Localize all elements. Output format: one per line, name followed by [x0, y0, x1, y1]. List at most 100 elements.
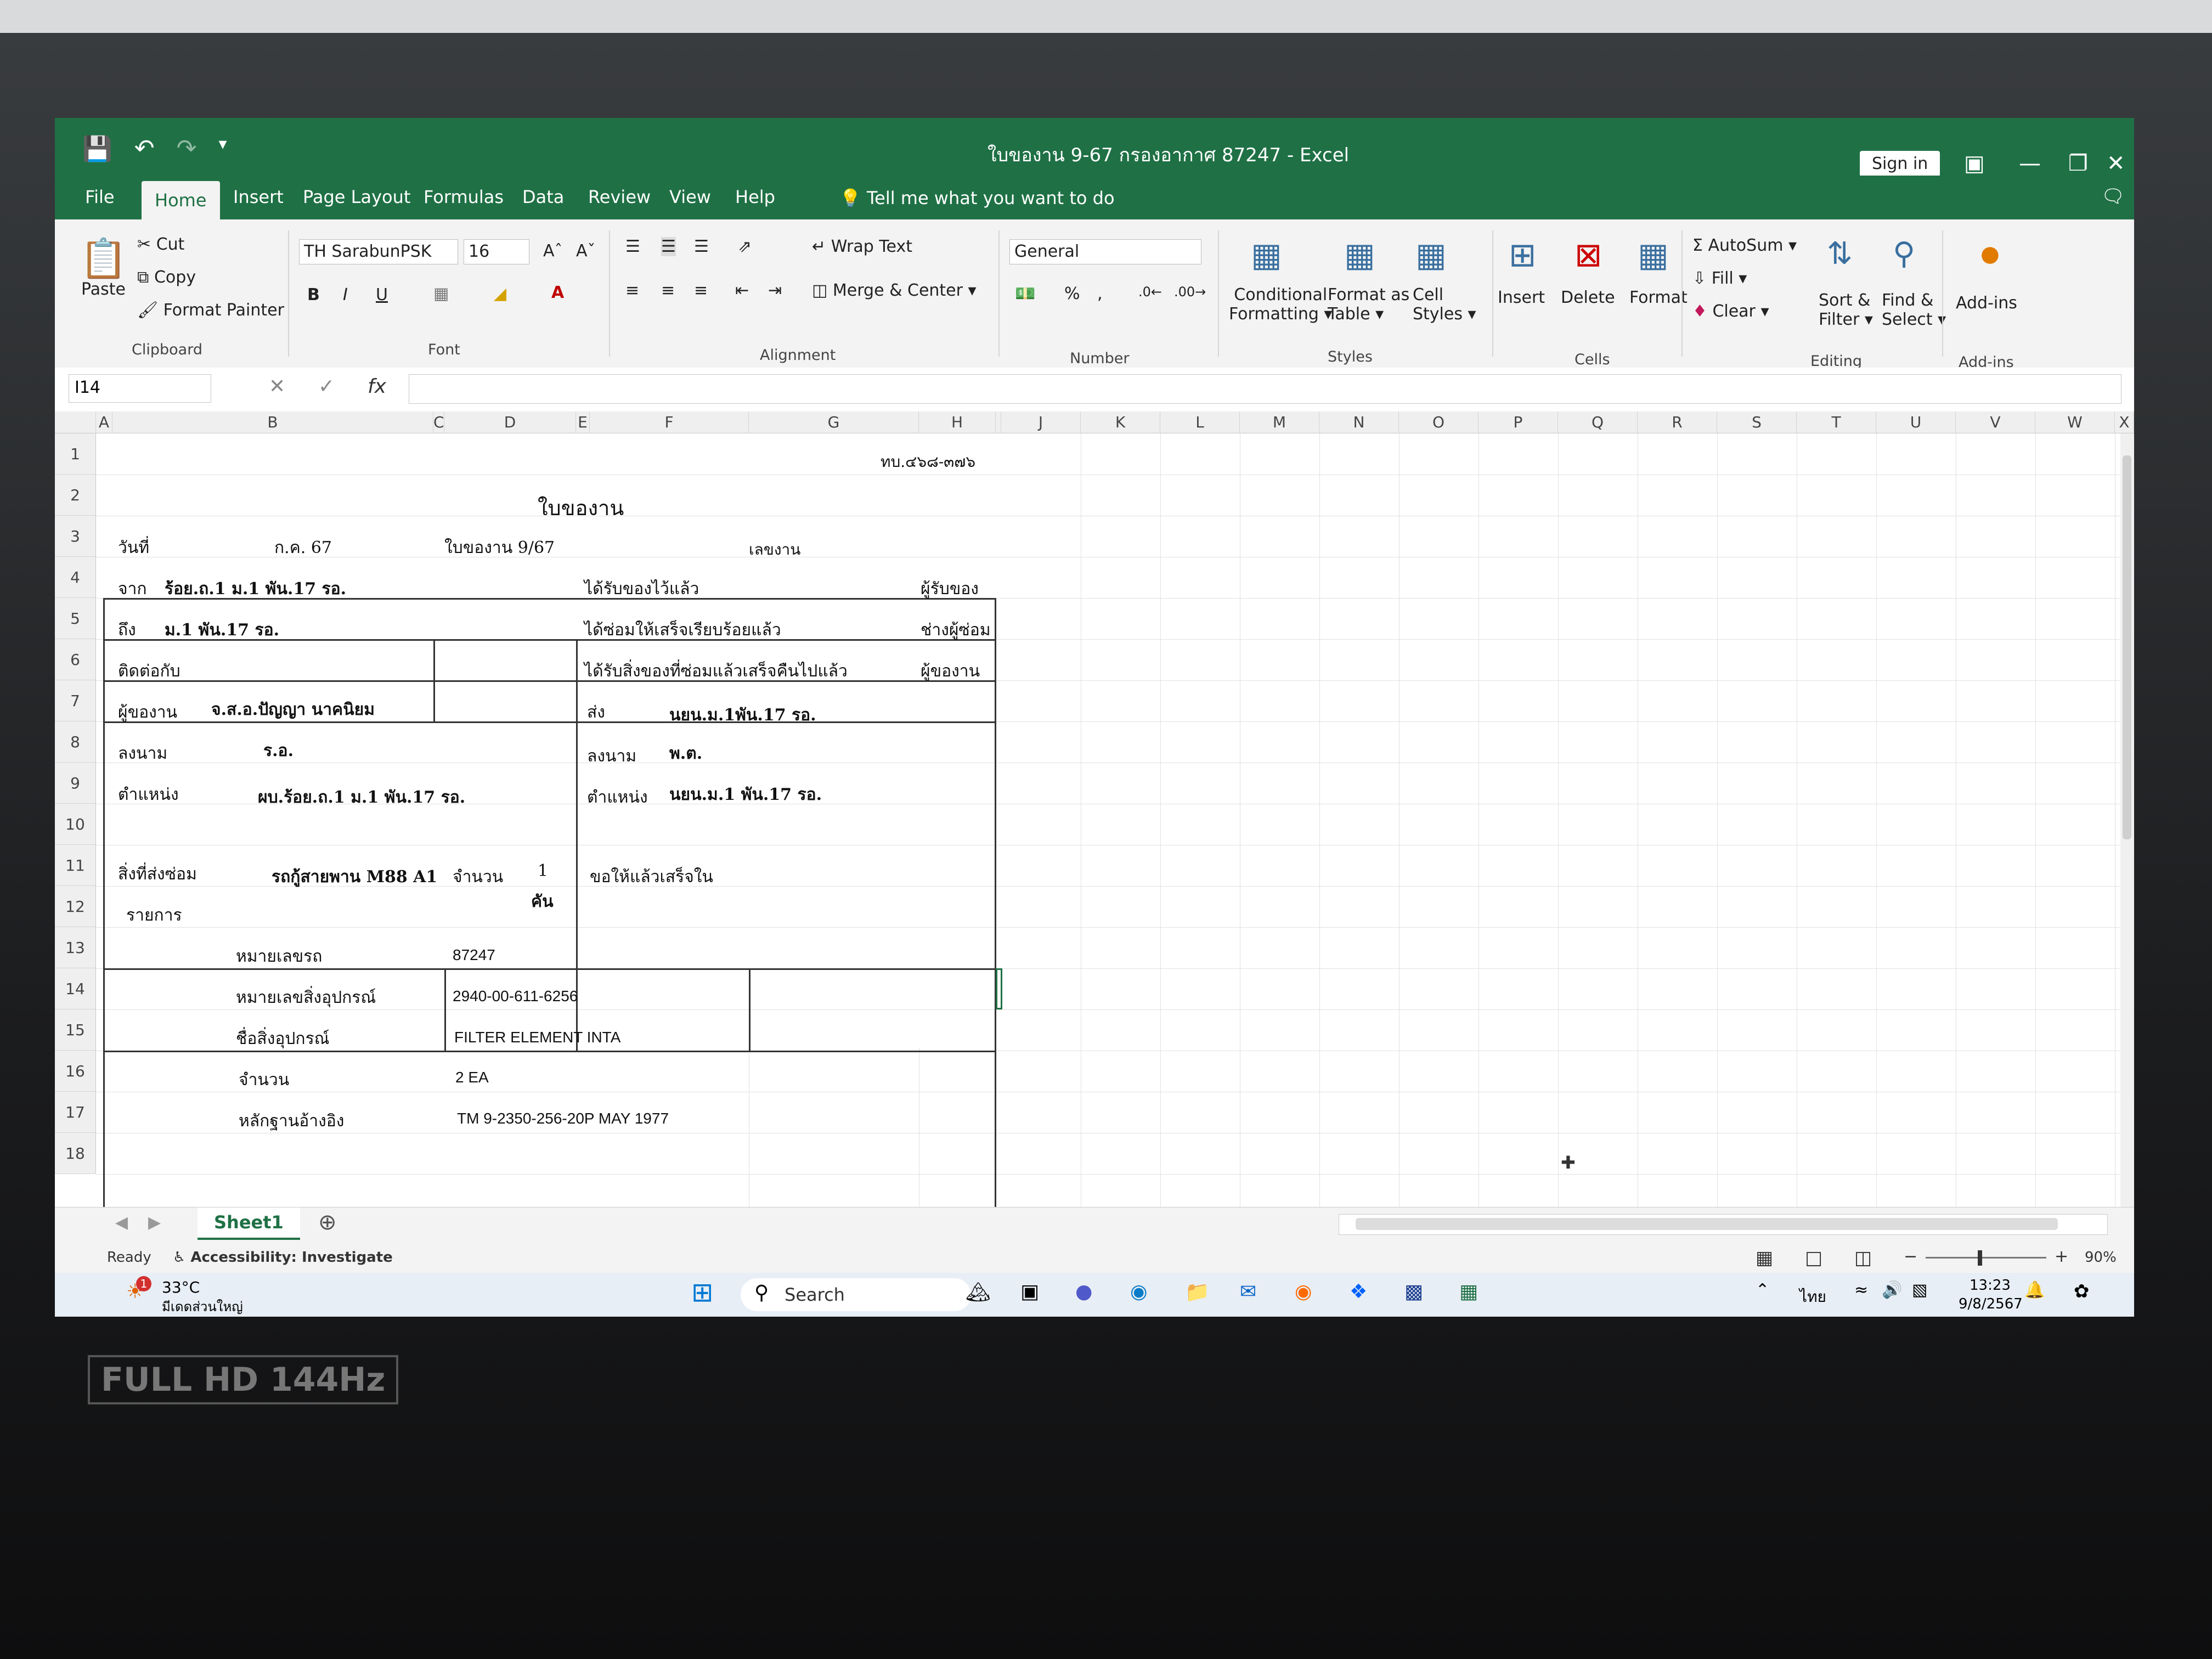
row-header[interactable]: 7 — [55, 680, 96, 721]
row-header[interactable]: 8 — [55, 721, 96, 763]
tell-me-search[interactable]: 💡 Tell me what you want to do — [839, 188, 1115, 208]
insert-function-button[interactable]: fx — [368, 375, 386, 398]
sheet-tab-sheet1[interactable]: Sheet1 — [198, 1207, 300, 1240]
column-header-x[interactable]: X — [2115, 411, 2134, 433]
row-header[interactable]: 1 — [55, 433, 96, 475]
save-icon[interactable]: 💾 — [82, 134, 112, 163]
delete-cells-button[interactable]: Delete — [1561, 288, 1615, 307]
horizontal-scroll-thumb[interactable] — [1356, 1218, 2058, 1230]
app-icon[interactable]: ▩ — [1404, 1280, 1423, 1303]
column-header-m[interactable]: M — [1240, 411, 1319, 433]
autosum-button[interactable]: Σ AutoSum ▾ — [1692, 236, 1797, 255]
comments-icon[interactable]: 🗨 — [2101, 185, 2125, 207]
add-sheet-icon[interactable]: ⊕ — [318, 1210, 337, 1235]
row-header[interactable]: 9 — [55, 763, 96, 804]
cell-amount[interactable]: 2 EA — [455, 1069, 489, 1086]
column-header-d[interactable]: D — [444, 411, 576, 433]
name-box[interactable]: I14 — [69, 374, 211, 403]
font-color-icon[interactable]: A — [551, 283, 564, 302]
find-select-icon[interactable]: ⚲ — [1893, 236, 1915, 272]
close-icon[interactable]: ✕ — [2107, 151, 2125, 176]
cell-part-name[interactable]: FILTER ELEMENT INTA — [454, 1029, 620, 1046]
align-center-icon[interactable]: ≡ — [661, 281, 675, 300]
merge-center-button[interactable]: ◫ Merge & Center ▾ — [812, 281, 977, 300]
underline-button[interactable]: U — [376, 285, 388, 304]
column-header-j[interactable]: J — [1001, 411, 1081, 433]
tab-file[interactable]: File — [85, 187, 115, 207]
horizontal-scrollbar[interactable] — [1339, 1214, 2108, 1235]
cell-vehicle-no[interactable]: 87247 — [453, 946, 495, 964]
row-header[interactable]: 17 — [55, 1092, 96, 1133]
spreadsheet-grid[interactable]: A B C D E F G H J K L M N O P Q R S T U … — [55, 411, 2134, 1207]
cancel-icon[interactable]: ✕ — [269, 375, 285, 398]
tab-home[interactable]: Home — [142, 181, 220, 219]
mail-icon[interactable]: ✉ — [1240, 1280, 1256, 1303]
delete-cells-icon[interactable]: ⊠ — [1575, 236, 1602, 274]
increase-decimal-icon[interactable]: .0← — [1138, 284, 1162, 300]
bold-button[interactable]: B — [307, 285, 320, 304]
format-as-table-icon[interactable]: ▦ — [1344, 236, 1375, 274]
tab-page-layout[interactable]: Page Layout — [303, 187, 410, 207]
accounting-icon[interactable]: 💵 — [1015, 284, 1035, 303]
cell-part-no[interactable]: 2940-00-611-6256 — [453, 988, 578, 1005]
row-header[interactable]: 11 — [55, 845, 96, 886]
tab-formulas[interactable]: Formulas — [424, 187, 504, 207]
copilot-icon[interactable]: ✿ — [2074, 1280, 2090, 1302]
number-format-select[interactable]: General — [1009, 239, 1201, 264]
input-language[interactable]: ไทย — [1799, 1285, 1826, 1309]
tab-data[interactable]: Data — [522, 187, 564, 207]
column-header-e[interactable]: E — [576, 411, 590, 433]
decrease-font-icon[interactable]: Aˇ — [576, 241, 596, 261]
column-header-n[interactable]: N — [1319, 411, 1399, 433]
normal-view-icon[interactable]: ▦ — [1756, 1247, 1773, 1269]
column-header-w[interactable]: W — [2035, 411, 2115, 433]
tab-help[interactable]: Help — [735, 187, 775, 207]
column-header-i[interactable] — [996, 411, 1001, 433]
row-header[interactable]: 14 — [55, 968, 96, 1009]
row-header[interactable]: 15 — [55, 1009, 96, 1051]
column-header-c[interactable]: C — [433, 411, 444, 433]
align-left-icon[interactable]: ≡ — [625, 281, 639, 300]
column-header-v[interactable]: V — [1956, 411, 2035, 433]
zoom-in-icon[interactable]: + — [2055, 1247, 2068, 1266]
format-as-table-button[interactable]: Format as Table ▾ — [1328, 285, 1409, 324]
customize-qat-icon[interactable]: ▾ — [219, 134, 227, 163]
firefox-icon[interactable]: ◉ — [1295, 1280, 1312, 1303]
orientation-icon[interactable]: ⇗ — [738, 237, 752, 256]
row-header[interactable]: 10 — [55, 804, 96, 845]
align-bottom-icon[interactable]: ☰ — [694, 237, 709, 256]
row-header[interactable]: 3 — [55, 516, 96, 557]
row-header[interactable]: 16 — [55, 1051, 96, 1092]
ribbon-display-icon[interactable]: ▣ — [1964, 151, 1985, 176]
add-ins-icon[interactable]: ● — [1980, 241, 2000, 267]
dropbox-icon[interactable]: ❖ — [1350, 1280, 1367, 1303]
borders-icon[interactable]: ▦ — [433, 284, 449, 303]
teams-icon[interactable]: ● — [1075, 1280, 1092, 1303]
conditional-formatting-icon[interactable]: ▦ — [1251, 236, 1282, 274]
sort-filter-icon[interactable]: ⇅ — [1827, 236, 1853, 272]
column-header-o[interactable]: O — [1399, 411, 1479, 433]
align-middle-icon[interactable]: ☰ — [661, 237, 676, 256]
copy-button[interactable]: ⧉ Copy — [137, 268, 196, 287]
page-break-view-icon[interactable]: ◫ — [1854, 1247, 1872, 1269]
column-header-t[interactable]: T — [1797, 411, 1876, 433]
clock-time[interactable]: 13:23 — [1970, 1277, 2011, 1294]
paste-button[interactable]: Paste — [81, 280, 126, 299]
italic-button[interactable]: I — [343, 285, 348, 304]
zoom-out-icon[interactable]: − — [1904, 1247, 1917, 1266]
column-header-f[interactable]: F — [590, 411, 749, 433]
percent-button[interactable]: % — [1064, 284, 1080, 303]
row-header[interactable]: 2 — [55, 475, 96, 516]
column-header-a[interactable]: A — [96, 411, 112, 433]
enter-icon[interactable]: ✓ — [318, 375, 335, 398]
column-header-k[interactable]: K — [1081, 411, 1160, 433]
clock-date[interactable]: 9/8/2567 — [1959, 1296, 2023, 1312]
fill-button[interactable]: ⇩ Fill ▾ — [1692, 269, 1747, 288]
row-header[interactable]: 4 — [55, 557, 96, 598]
wifi-icon[interactable]: ≈ — [1854, 1280, 1868, 1300]
task-view-icon[interactable]: ▣ — [1020, 1280, 1039, 1303]
undo-icon[interactable]: ↶ — [134, 134, 155, 163]
redo-icon[interactable]: ↷ — [177, 134, 197, 163]
column-header-l[interactable]: L — [1160, 411, 1240, 433]
column-header-p[interactable]: P — [1479, 411, 1558, 433]
